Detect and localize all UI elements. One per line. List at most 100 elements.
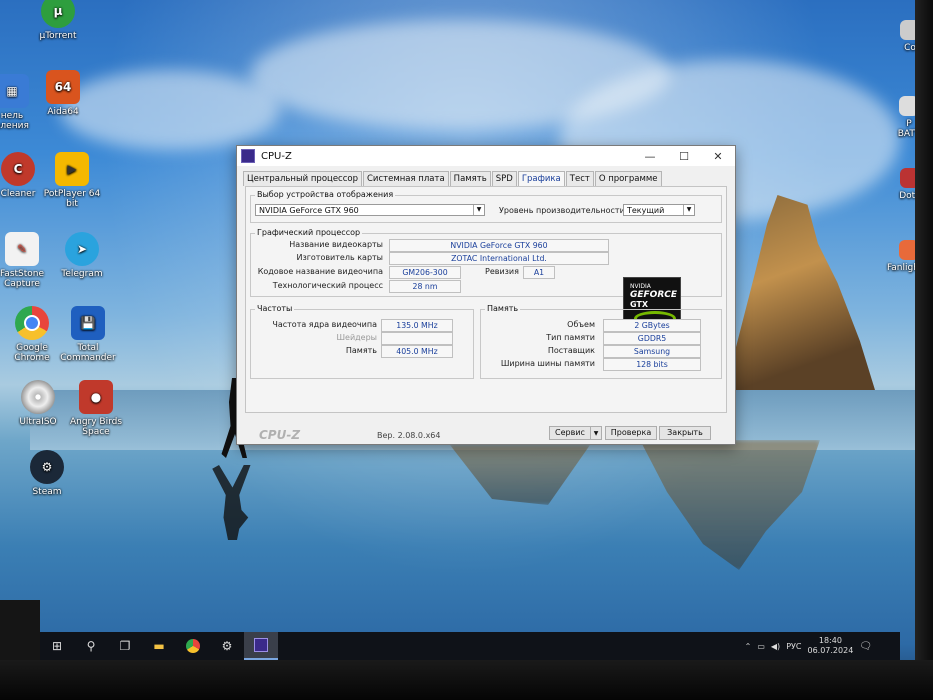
clock-date: 06.07.2024: [807, 646, 854, 655]
desktop-icon-steam[interactable]: ⚙ Steam: [9, 450, 85, 497]
task-view-icon: ❐: [119, 639, 131, 653]
memory-bus-label: Ширина шины памяти: [500, 359, 595, 368]
chevron-down-icon: ▼: [593, 430, 599, 437]
desktop-icon-label: Telegram: [61, 269, 103, 279]
utorrent-icon: µ: [41, 0, 75, 28]
volume-icon[interactable]: ◀): [771, 642, 780, 651]
minimize-button[interactable]: —: [633, 146, 667, 166]
tab-graphics[interactable]: Графика: [517, 171, 565, 187]
shader-clock-label: Шейдеры: [336, 333, 377, 342]
windows-icon: ⊞: [51, 639, 63, 653]
desktop-icon-label: FastStone Capture: [0, 269, 45, 289]
chrome-icon: [15, 306, 49, 340]
steam-icon: ⚙: [30, 450, 64, 484]
group-label: Частоты: [255, 304, 295, 313]
steam-icon: ⚙: [221, 639, 233, 653]
rock-formation: [725, 195, 875, 390]
search-button[interactable]: ⚲: [74, 632, 108, 660]
taskbar-cpuz[interactable]: [244, 632, 278, 660]
tab-memory[interactable]: Память: [449, 171, 491, 186]
tab-cpu[interactable]: Центральный процессор: [243, 171, 362, 186]
memory-vendor-value: Samsung: [603, 345, 701, 358]
desktop-icon-label: PotPlayer 64 bit: [43, 189, 101, 209]
desktop-icon-aida64[interactable]: 64 Aida64: [25, 70, 101, 117]
gpu-revision-value: A1: [523, 266, 555, 279]
runner-reflection: [212, 465, 251, 540]
gpu-codename-value: GM206-300: [389, 266, 461, 279]
notification-icon[interactable]: 🗨: [859, 641, 872, 652]
tab-bar: Центральный процессор Системная плата Па…: [243, 171, 663, 187]
memory-size-label: Объем: [567, 320, 595, 329]
taskbar-explorer[interactable]: ▬: [142, 632, 176, 660]
tab-bench[interactable]: Тест: [565, 171, 594, 186]
taskbar-chrome[interactable]: [176, 632, 210, 660]
logo-text: GEFORCE: [630, 290, 678, 300]
validate-button[interactable]: Проверка: [605, 426, 657, 440]
memory-group: Память Объем 2 GBytes Тип памяти GDDR5 П…: [480, 304, 722, 379]
telegram-icon: ➤: [65, 232, 99, 266]
maximize-button[interactable]: ☐: [667, 146, 701, 166]
window-title: CPU-Z: [261, 150, 292, 162]
total-commander-icon: 💾: [71, 306, 105, 340]
memory-type-value: GDDR5: [603, 332, 701, 345]
shader-clock-value: [381, 332, 453, 345]
cpuz-window: CPU-Z — ☐ ✕ Центральный процессор Систем…: [236, 145, 736, 445]
monitor-bezel-right: [915, 0, 933, 700]
angry-birds-icon: ●: [79, 380, 113, 414]
desktop-icon-label: Cleaner: [0, 189, 36, 199]
desktop-icon-label: UltraISO: [19, 417, 57, 427]
taskbar: ⊞ ⚲ ❐ ▬ ⚙ ⌃ ▭ ◀) РУС 18:40 06.07.2024 🗨: [40, 632, 900, 660]
gpu-revision-label: Ревизия: [485, 267, 519, 276]
chevron-up-icon[interactable]: ⌃: [745, 642, 752, 651]
task-view-button[interactable]: ❐: [108, 632, 142, 660]
taskbar-steam[interactable]: ⚙: [210, 632, 244, 660]
memory-type-label: Тип памяти: [546, 333, 595, 342]
tab-spd[interactable]: SPD: [491, 171, 517, 186]
monitor-bezel-bottom: [0, 660, 933, 700]
aida64-icon: 64: [46, 70, 80, 104]
rock-reflection: [640, 440, 820, 570]
window-footer: CPU-Z Вер. 2.08.0.x64 Сервис ▼ Проверка …: [237, 424, 735, 444]
memory-size-value: 2 GBytes: [603, 319, 701, 332]
potplayer-icon: ▶: [55, 152, 89, 186]
network-icon[interactable]: ▭: [757, 642, 765, 651]
logo-text: NVIDIA: [630, 283, 651, 290]
memory-vendor-label: Поставщик: [547, 346, 595, 355]
gpu-name-value: NVIDIA GeForce GTX 960: [389, 239, 609, 252]
tab-mainboard[interactable]: Системная плата: [363, 171, 449, 186]
display-device-select[interactable]: NVIDIA GeForce GTX 960 ▼: [255, 204, 485, 216]
desktop-icon-label: Aida64: [47, 107, 79, 117]
clock[interactable]: 18:40 06.07.2024: [807, 636, 853, 656]
close-window-button[interactable]: ✕: [701, 146, 735, 166]
desktop-icon-label: µTorrent: [39, 31, 77, 41]
desktop-icon-label: Total Commander: [60, 343, 116, 363]
service-button[interactable]: Сервис: [549, 426, 591, 440]
title-bar[interactable]: CPU-Z — ☐ ✕: [237, 146, 735, 166]
display-device-value: NVIDIA GeForce GTX 960: [259, 206, 359, 215]
group-label: Память: [485, 304, 521, 313]
desktop-icon-potplayer[interactable]: ▶ PotPlayer 64 bit: [34, 152, 110, 209]
desktop-icon-total-commander[interactable]: 💾 Total Commander: [50, 306, 126, 363]
chevron-down-icon: ▼: [473, 205, 484, 215]
desktop-icon-angry-birds[interactable]: ● Angry Birds Space: [58, 380, 134, 437]
desktop-icon-utorrent[interactable]: µ µTorrent: [20, 0, 96, 41]
service-dropdown-button[interactable]: ▼: [590, 426, 602, 440]
clocks-group: Частоты Частота ядра видеочипа 135.0 MHz…: [250, 304, 474, 379]
gpu-vendor-label: Изготовитель карты: [296, 253, 383, 262]
display-selection-group: Выбор устройства отображения NVIDIA GeFo…: [250, 190, 722, 223]
memory-clock-value: 405.0 MHz: [381, 345, 453, 358]
perf-level-select[interactable]: Текущий ▼: [623, 204, 695, 216]
cpuz-brand: CPU-Z: [259, 428, 301, 442]
search-icon: ⚲: [86, 639, 96, 653]
start-button[interactable]: ⊞: [40, 632, 74, 660]
desktop: µ µTorrent ▦ нель вления 64 Aida64 C Cle…: [0, 0, 933, 700]
group-label: Выбор устройства отображения: [255, 190, 396, 199]
language-indicator[interactable]: РУС: [786, 642, 801, 651]
gpu-name-label: Название видеокарты: [289, 240, 383, 249]
folder-icon: ▬: [153, 639, 165, 653]
desktop-icon-telegram[interactable]: ➤ Telegram: [44, 232, 120, 279]
close-button[interactable]: Закрыть: [659, 426, 711, 440]
gpu-tech-label: Технологический процесс: [272, 281, 383, 290]
perf-level-label: Уровень производительности: [499, 206, 625, 215]
tab-about[interactable]: О программе: [594, 171, 662, 186]
